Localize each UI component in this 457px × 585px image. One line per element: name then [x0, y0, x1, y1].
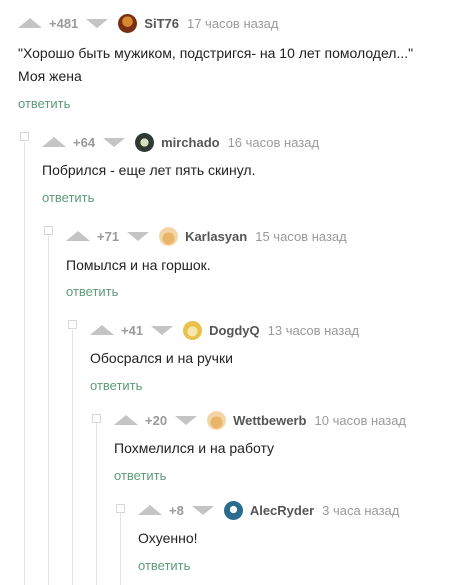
- username[interactable]: Wettbewerb: [233, 413, 306, 428]
- downvote-button[interactable]: [86, 18, 109, 28]
- comment-text-line: Побрился - еще лет пять скинул.: [42, 162, 256, 178]
- comment-text-line: "Хорошо быть мужиком, подстригся- на 10 …: [18, 45, 414, 61]
- username[interactable]: mirchado: [161, 135, 220, 150]
- reply-link[interactable]: ответить: [114, 468, 166, 483]
- comment-header: +41 DogdyQ 13 часов назад: [90, 319, 359, 341]
- comment-text-line: Обосрался и на ручки: [90, 350, 233, 366]
- comment-header: +71 Karlasyan 15 часов назад: [66, 225, 347, 247]
- comment-time: 15 часов назад: [255, 228, 347, 244]
- comment-time: 16 часов назад: [227, 134, 320, 150]
- comment-header: +64 mirchado 16 часов назад: [42, 131, 319, 153]
- downvote-button[interactable]: [175, 415, 198, 425]
- comment-header: +20 Wettbewerb 10 часов назад: [114, 409, 406, 431]
- comment-header: +481 SiT76 17 часов назад: [18, 12, 279, 34]
- comment-rating: +20: [145, 412, 168, 428]
- comment-time: 3 часа назад: [322, 502, 400, 518]
- comment-time: 10 часов назад: [314, 412, 407, 428]
- collapse-toggle[interactable]: [116, 504, 125, 513]
- comment-text-line: Помылся и на горшок.: [66, 257, 211, 273]
- reply-link[interactable]: ответить: [66, 284, 118, 299]
- thread-line: [72, 330, 73, 585]
- collapse-toggle[interactable]: [20, 132, 29, 141]
- username[interactable]: Karlasyan: [185, 229, 247, 244]
- upvote-button[interactable]: [114, 415, 138, 425]
- comment-rating: +8: [169, 502, 184, 518]
- comment-header: +8 AlecRyder 3 часа назад: [138, 499, 399, 521]
- avatar[interactable]: [135, 132, 155, 152]
- comment-rating: +481: [49, 15, 79, 31]
- upvote-button[interactable]: [138, 505, 162, 515]
- upvote-button[interactable]: [90, 325, 114, 335]
- thread-line: [120, 510, 121, 585]
- thread-line: [48, 236, 49, 585]
- reply-link[interactable]: ответить: [18, 96, 70, 111]
- avatar[interactable]: [118, 13, 138, 33]
- avatar[interactable]: [159, 226, 179, 246]
- upvote-button[interactable]: [18, 18, 42, 28]
- downvote-button[interactable]: [127, 231, 150, 241]
- comment-text-line: Охуенно!: [138, 530, 198, 546]
- comment-rating: +64: [73, 134, 96, 150]
- reply-link[interactable]: ответить: [42, 190, 94, 205]
- downvote-button[interactable]: [103, 137, 126, 147]
- comment-rating: +41: [121, 322, 144, 338]
- collapse-toggle[interactable]: [68, 320, 77, 329]
- comment-text-line: Моя жена: [18, 68, 82, 84]
- upvote-button[interactable]: [66, 231, 90, 241]
- comment-time: 13 часов назад: [267, 322, 360, 338]
- avatar[interactable]: [183, 320, 203, 340]
- thread-line: [24, 142, 25, 585]
- thread-line: [96, 420, 97, 585]
- avatar[interactable]: [207, 410, 227, 430]
- username[interactable]: DogdyQ: [209, 323, 260, 338]
- comment-time: 17 часов назад: [186, 15, 279, 31]
- collapse-toggle[interactable]: [44, 226, 53, 235]
- upvote-button[interactable]: [42, 137, 66, 147]
- downvote-button[interactable]: [191, 505, 214, 515]
- downvote-button[interactable]: [151, 325, 174, 335]
- username[interactable]: SiT76: [144, 16, 179, 31]
- avatar[interactable]: [223, 500, 243, 520]
- comment-rating: +71: [97, 228, 120, 244]
- reply-link[interactable]: ответить: [90, 378, 142, 393]
- username[interactable]: AlecRyder: [250, 503, 314, 518]
- collapse-toggle[interactable]: [92, 414, 101, 423]
- comment-text-line: Похмелился и на работу: [114, 440, 275, 456]
- reply-link[interactable]: ответить: [138, 558, 190, 573]
